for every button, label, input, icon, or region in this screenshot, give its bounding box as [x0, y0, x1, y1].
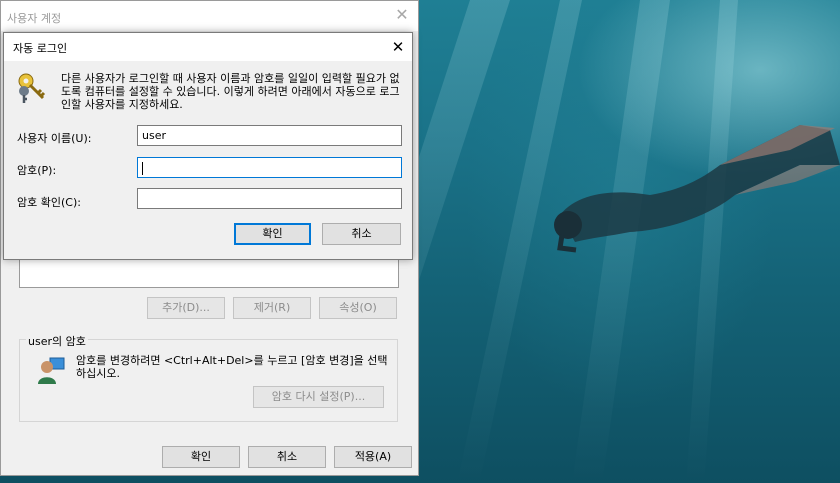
- confirm-password-input[interactable]: [137, 188, 402, 209]
- username-value: user: [142, 129, 166, 142]
- close-icon[interactable]: ✕: [388, 37, 408, 57]
- ok-button[interactable]: 확인: [162, 446, 240, 468]
- back-window-titlebar[interactable]: 사용자 계정 ✕: [1, 1, 418, 31]
- properties-button[interactable]: 속성(O): [319, 297, 397, 319]
- password-input[interactable]: [137, 157, 402, 178]
- dialog-cancel-label: 취소: [351, 227, 372, 240]
- properties-button-label: 속성(O): [339, 301, 377, 314]
- text-caret: [142, 161, 143, 175]
- close-icon[interactable]: ✕: [392, 5, 412, 25]
- ok-button-label: 확인: [190, 450, 212, 463]
- add-button[interactable]: 추가(D)...: [147, 297, 225, 319]
- password-groupbox: user의 암호 암호를 변경하려면 <Ctrl+Alt+Del>를 누르고 […: [19, 333, 398, 422]
- diver-image: [554, 125, 840, 253]
- dialog-titlebar[interactable]: 자동 로그인 ✕: [4, 33, 412, 61]
- add-button-label: 추가(D)...: [162, 301, 210, 314]
- remove-button-label: 제거(R): [253, 301, 291, 314]
- back-window-title: 사용자 계정: [7, 12, 62, 25]
- password-group-legend: user의 암호: [26, 333, 88, 349]
- username-input[interactable]: user: [137, 125, 402, 146]
- dialog-ok-button[interactable]: 확인: [234, 223, 311, 245]
- auto-login-dialog: 자동 로그인 ✕ 다른 사용자가 로그인할 때 사용자 이름과 암호를 일일이 …: [3, 32, 413, 260]
- keys-icon: [18, 73, 46, 103]
- apply-button-label: 적용(A): [354, 450, 392, 463]
- dialog-description: 다른 사용자가 로그인할 때 사용자 이름과 암호를 일일이 입력할 필요가 없…: [61, 72, 400, 111]
- dialog-ok-label: 확인: [262, 227, 283, 240]
- reset-password-button[interactable]: 암호 다시 설정(P)...: [253, 386, 384, 408]
- dialog-cancel-button[interactable]: 취소: [322, 223, 401, 245]
- username-label: 사용자 이름(U):: [17, 132, 92, 145]
- reset-password-label: 암호 다시 설정(P)...: [271, 390, 366, 403]
- apply-button[interactable]: 적용(A): [334, 446, 412, 468]
- password-label: 암호(P):: [17, 164, 57, 177]
- user-icon: [38, 357, 65, 384]
- dialog-title: 자동 로그인: [13, 42, 68, 55]
- remove-button[interactable]: 제거(R): [233, 297, 311, 319]
- cancel-button-label: 취소: [276, 450, 298, 463]
- cancel-button[interactable]: 취소: [248, 446, 326, 468]
- password-change-text: 암호를 변경하려면 <Ctrl+Alt+Del>를 누르고 [암호 변경]을 선…: [76, 354, 388, 380]
- confirm-password-label: 암호 확인(C):: [17, 196, 81, 209]
